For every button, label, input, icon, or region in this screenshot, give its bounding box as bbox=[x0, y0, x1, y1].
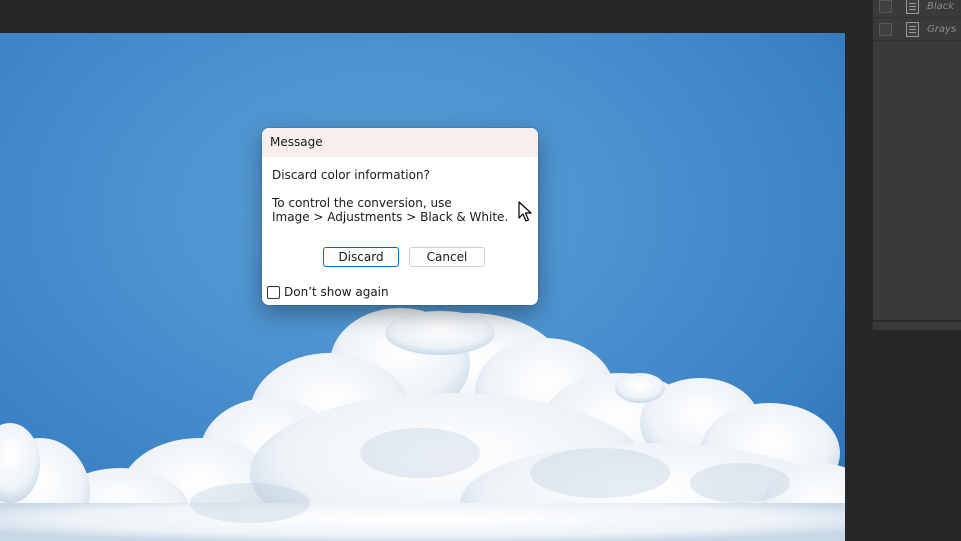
dialog-detail: To control the conversion, use Image > A… bbox=[272, 196, 508, 224]
visibility-checkbox[interactable] bbox=[879, 0, 892, 13]
cancel-button[interactable]: Cancel bbox=[409, 247, 485, 267]
mouse-pointer-icon bbox=[518, 201, 532, 222]
adjustments-panel: Black & Graysc bbox=[872, 0, 961, 330]
document-icon bbox=[906, 0, 919, 14]
dialog-detail-line-1: To control the conversion, use bbox=[272, 196, 452, 210]
document-icon bbox=[906, 21, 919, 37]
dialog-title: Message bbox=[262, 128, 538, 157]
dialog-message: Discard color information? bbox=[272, 168, 430, 182]
discard-button[interactable]: Discard bbox=[323, 247, 399, 267]
visibility-checkbox[interactable] bbox=[879, 22, 892, 36]
dont-show-again-label: Don’t show again bbox=[284, 285, 389, 299]
panel-item-grayscale[interactable]: Graysc bbox=[873, 18, 961, 41]
dialog-detail-line-2: Image > Adjustments > Black & White. bbox=[272, 210, 509, 224]
checkbox-box[interactable] bbox=[267, 285, 280, 299]
panel-item-label: Graysc bbox=[927, 23, 957, 35]
dialog-body: Discard color information? To control th… bbox=[272, 168, 508, 224]
panel-divider bbox=[873, 320, 961, 322]
panel-item-label: Black & bbox=[927, 0, 957, 12]
panel-item-black-white[interactable]: Black & bbox=[873, 0, 961, 18]
dont-show-again-checkbox[interactable]: Don’t show again bbox=[267, 285, 389, 299]
photo-editor-window: Black & Graysc Message Discard color inf… bbox=[0, 0, 961, 541]
message-dialog: Message Discard color information? To co… bbox=[262, 128, 538, 305]
